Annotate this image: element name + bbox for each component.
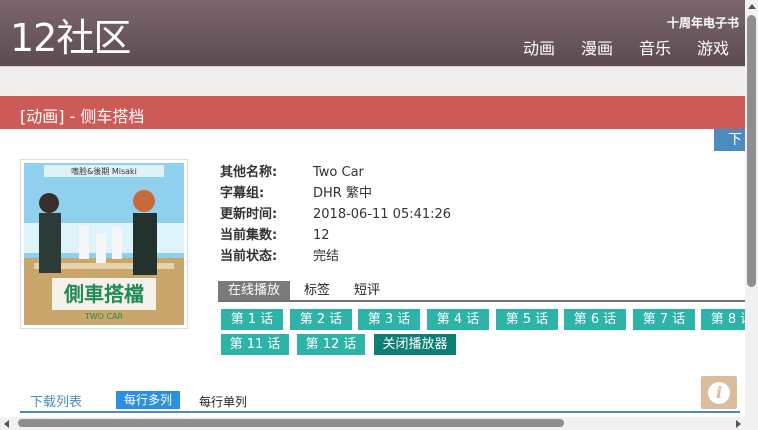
page-title: [动画] - 侧车搭档 xyxy=(20,107,145,126)
nav-games[interactable]: 游戏 xyxy=(697,38,729,60)
scroll-up-arrow-icon[interactable] xyxy=(748,4,756,9)
info-key: 更新时间: xyxy=(220,207,278,222)
info-row-episodes: 当前集数: 12 xyxy=(220,225,451,246)
player-tabs: 在线播放 标签 短评 xyxy=(218,281,745,302)
info-value: 12 xyxy=(313,228,330,243)
info-value: Two Car xyxy=(313,165,364,180)
sub-strip xyxy=(0,66,745,97)
info-row-status: 当前状态: 完结 xyxy=(220,246,451,267)
cover-credit: 嗜脸&後期 Misaki xyxy=(71,166,137,176)
tab-online-play[interactable]: 在线播放 xyxy=(218,281,291,300)
nav-music[interactable]: 音乐 xyxy=(639,38,671,60)
episode-button-11[interactable]: 第 11 话 xyxy=(221,334,289,355)
nav-anime[interactable]: 动画 xyxy=(523,38,555,60)
info-key: 当前状态: xyxy=(220,249,278,264)
single-column-toggle[interactable]: 每行单列 xyxy=(199,393,247,410)
episode-clip: 第 8 话 xyxy=(701,309,745,330)
download-tab[interactable]: 下 xyxy=(714,129,745,151)
multi-column-toggle[interactable]: 每行多列 xyxy=(116,391,181,409)
scroll-right-arrow-icon[interactable] xyxy=(736,420,741,428)
episode-button-12[interactable]: 第 12 话 xyxy=(297,334,365,355)
cover-image: 側車搭檔 TWO CAR 嗜脸&後期 Misaki xyxy=(20,159,188,329)
info-row-subtitle-group: 字幕组: DHR 繁中 xyxy=(220,183,451,204)
info-key: 其他名称: xyxy=(220,165,278,180)
info-row-alt-name: 其他名称: Two Car xyxy=(220,162,451,183)
cover-title: 側車搭檔 xyxy=(63,282,144,306)
episode-button-4[interactable]: 第 4 话 xyxy=(427,309,489,330)
info-value: DHR 繁中 xyxy=(313,186,372,201)
download-list-label: 下载列表 xyxy=(30,395,83,410)
scroll-left-arrow-icon[interactable] xyxy=(4,420,9,428)
tab-tags[interactable]: 标签 xyxy=(294,281,340,300)
info-button[interactable]: i xyxy=(701,376,737,409)
info-value: 完结 xyxy=(313,249,340,264)
vertical-scroll-thumb[interactable] xyxy=(747,15,756,287)
info-panel: 其他名称: Two Car 字幕组: DHR 繁中 更新时间: 2018-06-11 … xyxy=(220,162,451,267)
close-player-button[interactable]: 关闭播放器 xyxy=(374,334,456,355)
info-value: 2018-06-11 05:41:26 xyxy=(313,207,452,222)
info-key: 字幕组: xyxy=(220,186,265,201)
info-icon: i xyxy=(708,382,730,404)
nav-manga[interactable]: 漫画 xyxy=(581,38,613,60)
horizontal-scroll-thumb[interactable] xyxy=(18,419,564,427)
episode-button-6[interactable]: 第 6 话 xyxy=(564,309,626,330)
page-title-bar: [动画] - 侧车搭档 xyxy=(0,96,745,129)
site-logo[interactable]: 12社区 xyxy=(10,14,131,62)
episode-button-8[interactable]: 第 8 话 xyxy=(701,309,745,330)
episode-button-2[interactable]: 第 2 话 xyxy=(290,309,352,330)
episode-button-3[interactable]: 第 3 话 xyxy=(358,309,420,330)
cover-art: 側車搭檔 TWO CAR 嗜脸&後期 Misaki xyxy=(24,163,184,325)
main-nav: 动画 漫画 音乐 游戏 xyxy=(497,38,729,60)
download-list-header: 下载列表 每行多列 每行单列 xyxy=(20,389,740,413)
info-key: 当前集数: xyxy=(220,228,278,243)
episode-button-5[interactable]: 第 5 话 xyxy=(496,309,558,330)
episode-button-7[interactable]: 第 7 话 xyxy=(633,309,695,330)
episode-button-1[interactable]: 第 1 话 xyxy=(221,309,283,330)
site-header: 12社区 十周年电子书 动画 漫画 音乐 游戏 xyxy=(0,0,745,66)
info-row-updated: 更新时间: 2018-06-11 05:41:26 xyxy=(220,204,451,225)
cover-subtitle: TWO CAR xyxy=(84,312,124,321)
tab-comments[interactable]: 短评 xyxy=(344,281,390,300)
promo-link[interactable]: 十周年电子书 xyxy=(667,14,739,31)
